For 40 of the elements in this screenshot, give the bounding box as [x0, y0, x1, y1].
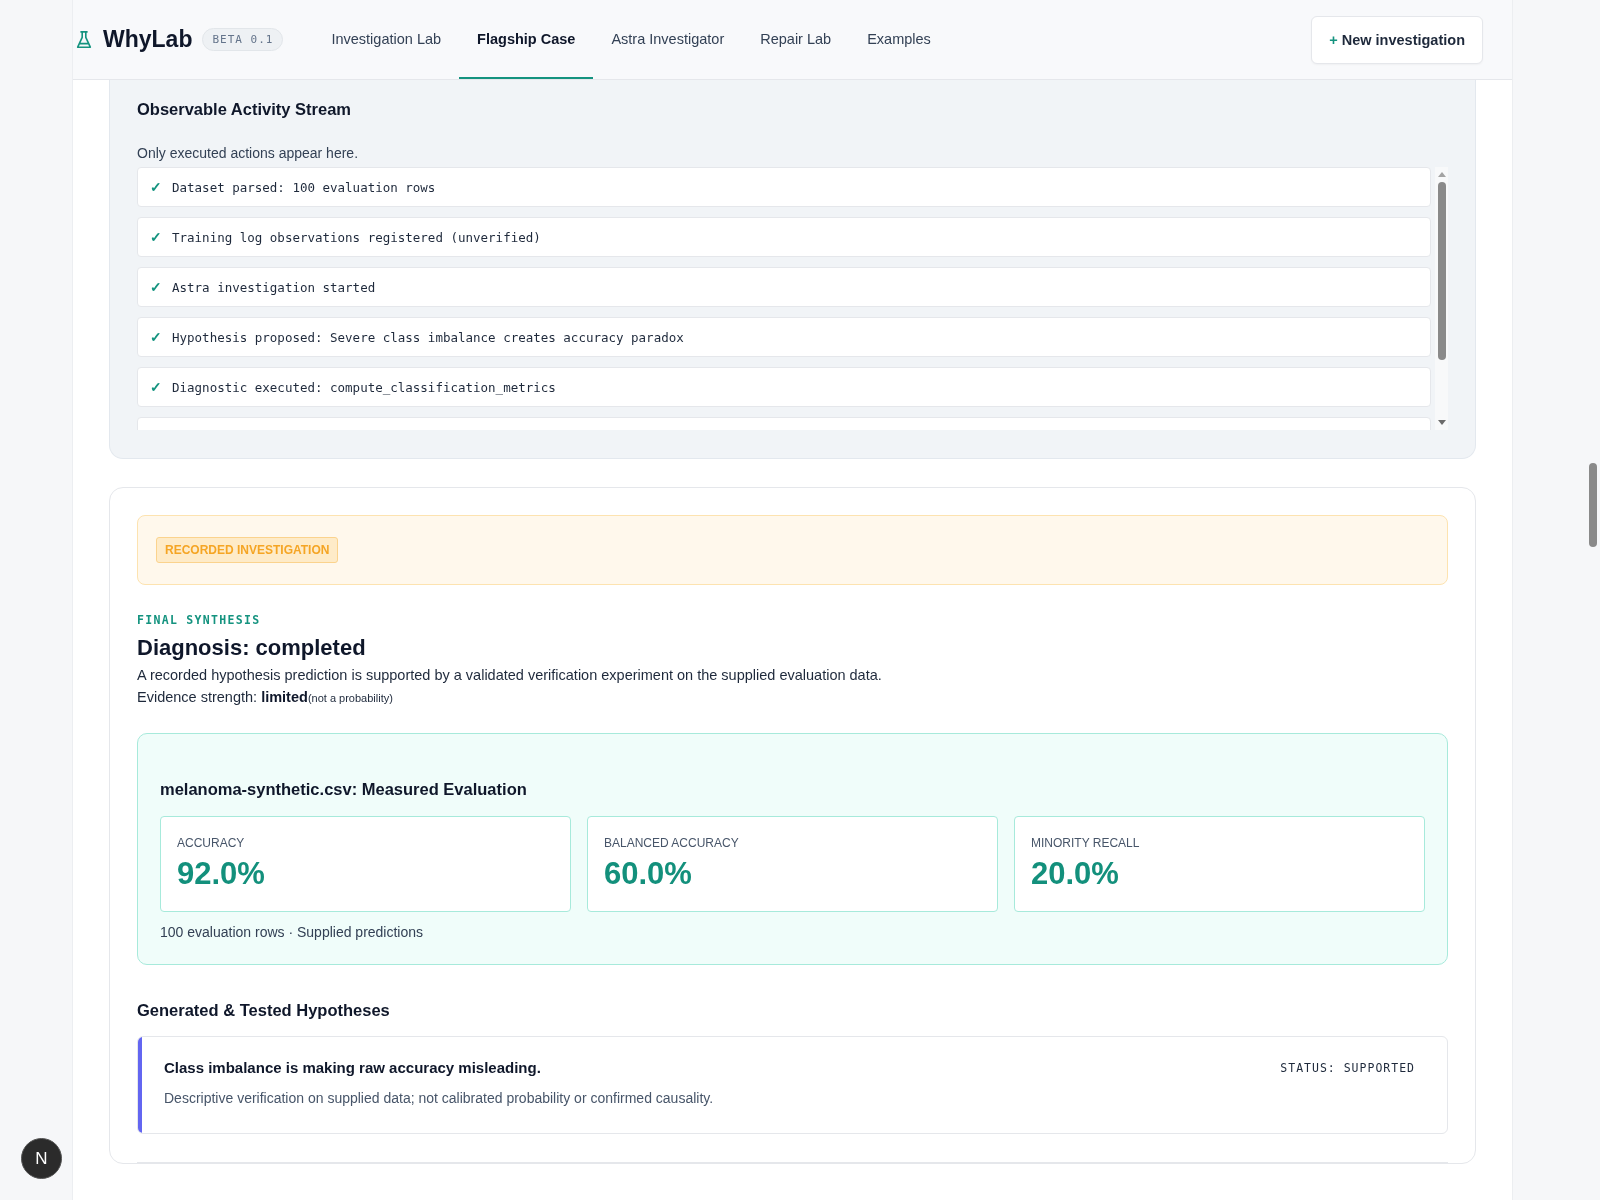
- section-title: Observable Activity Stream: [137, 100, 352, 119]
- check-icon: ✓: [150, 329, 162, 345]
- metric-label: ACCURACY: [177, 836, 246, 850]
- activity-text: Diagnostic executed: compute_classification_metrics: [172, 379, 556, 395]
- check-icon: ✓: [150, 179, 162, 195]
- metric-value: 20.0%: [1031, 856, 1120, 892]
- activity-text: Dataset parsed: 100 evaluation rows: [172, 179, 436, 195]
- metric-label: MINORITY RECALL: [1031, 836, 1141, 850]
- nav-tab[interactable]: Investigation Lab: [313, 0, 460, 79]
- nav-tab[interactable]: Examples: [849, 0, 949, 79]
- activity-text: Training log observations registered (unverified): [172, 229, 541, 245]
- evidence-text: Evidence strength: limited: [137, 689, 308, 705]
- nav-tab[interactable]: Astra Investigator: [593, 0, 743, 79]
- brand-name: WhyLab: [103, 26, 193, 53]
- eyebrow-label: FINAL SYNTHESIS: [137, 613, 262, 627]
- check-icon: ✓: [150, 379, 162, 395]
- scrollbar[interactable]: [1435, 167, 1448, 430]
- activity-text: Astra investigation started: [172, 279, 376, 295]
- metric-label: BALANCED ACCURACY: [604, 836, 740, 850]
- nav-tab[interactable]: Repair Lab: [742, 0, 850, 79]
- hypothesis-detail: Descriptive verification on supplied data; not calibrated probability or confirmed causality.: [164, 1090, 715, 1106]
- summary-text: A recorded hypothesis prediction is supported by a validated verification experiment on the supplied evaluation data.: [137, 667, 883, 683]
- metric-value: 92.0%: [177, 856, 266, 892]
- section-subtitle: Only executed actions appear here.: [137, 145, 360, 161]
- diagnosis-title: Diagnosis: completed: [137, 635, 367, 661]
- version-badge: BETA 0.1: [202, 28, 284, 51]
- status-tag: RECORDED INVESTIGATION: [156, 537, 339, 563]
- evaluation-footnote: 100 evaluation rows · Supplied predictions: [160, 924, 425, 940]
- check-icon: ✓: [150, 229, 162, 245]
- flask-icon: [75, 29, 93, 50]
- metric-value: 60.0%: [604, 856, 693, 892]
- check-icon: ✓: [150, 279, 162, 295]
- evidence-note: (not a probability): [307, 692, 393, 704]
- dev-tools-button[interactable]: N: [21, 1138, 62, 1179]
- status-label: STATUS: SUPPORTED: [1280, 1060, 1415, 1075]
- activity-text: Hypothesis proposed: Severe class imbalance creates accuracy paradox: [172, 329, 684, 345]
- hypothesis-title: Class imbalance is making raw accuracy misleading.: [164, 1059, 541, 1076]
- evaluation-title: melanoma-synthetic.csv: Measured Evaluation: [160, 780, 528, 799]
- new-investigation-button[interactable]: + New investigation: [1311, 15, 1483, 64]
- section-title: Generated & Tested Hypotheses: [137, 1001, 391, 1020]
